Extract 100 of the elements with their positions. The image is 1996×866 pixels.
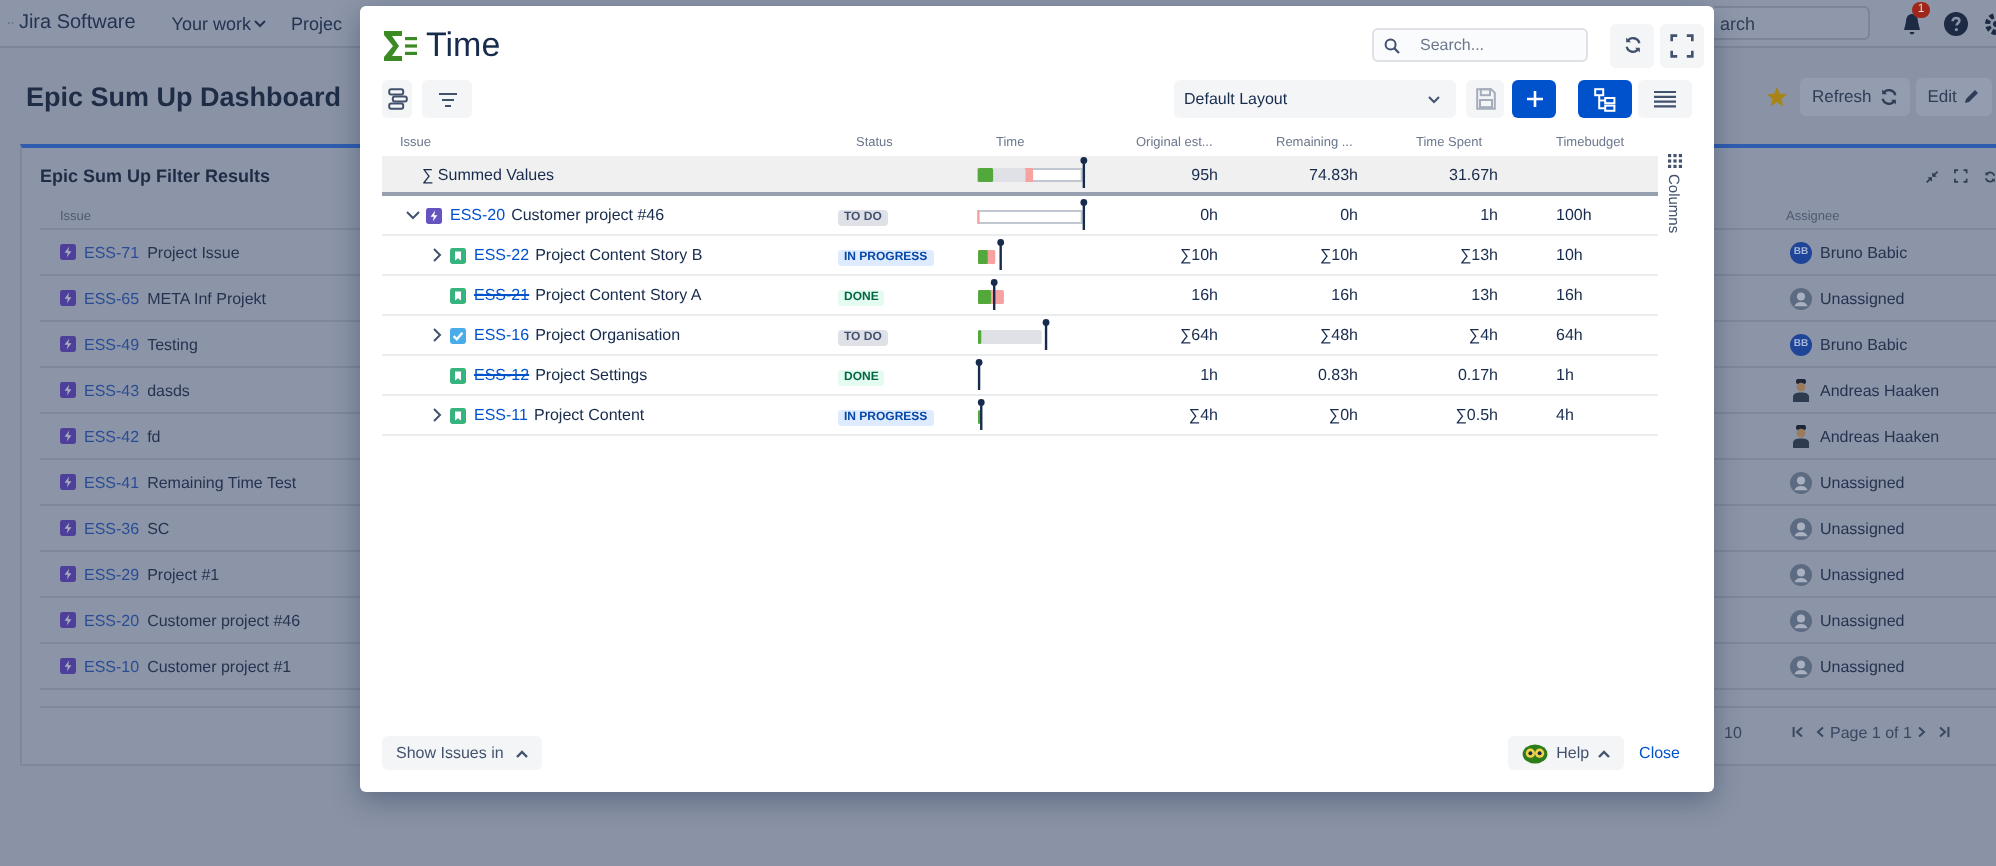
fullscreen-button[interactable] [1660, 23, 1704, 67]
issue-key-link[interactable]: ESS-49 [84, 335, 140, 353]
app-name: Jira Software [18, 12, 136, 34]
dialog-logo-icon [382, 27, 418, 63]
help-icon[interactable] [1944, 11, 1968, 35]
table-cell-text: 100h [1554, 206, 1594, 224]
issue-key-link[interactable]: ESS-71 [84, 243, 140, 261]
list-view-button[interactable] [1638, 80, 1692, 118]
table-cell-text: 16h [1329, 286, 1360, 304]
assignee-name: Unassigned [1820, 519, 1905, 537]
table-cell-text: ∑13h [1457, 246, 1500, 264]
issue-key-link[interactable]: ESS-22 [474, 246, 530, 264]
assignee-name: Bruno Babic [1820, 243, 1908, 261]
chevron-down-icon [406, 210, 420, 220]
issue-key-link[interactable]: ESS-65 [84, 289, 140, 307]
search-field[interactable]: arch [1714, 6, 1870, 40]
issue-key-link[interactable]: ESS-20 [450, 206, 506, 224]
summary-label: ∑ Summed Values [420, 165, 557, 183]
table-cell-text: ∑10h [1177, 246, 1220, 264]
epic-icon [60, 336, 76, 352]
table-cell-text: 31.67h [1447, 165, 1500, 183]
filter-button[interactable] [422, 80, 472, 118]
user-avatar-icon [1790, 287, 1812, 309]
refresh-button[interactable] [1610, 23, 1654, 67]
table-cell-text: 1h [1554, 366, 1576, 384]
table-cell-text: ∑64h [1177, 326, 1220, 344]
person-avatar-icon [1790, 378, 1812, 402]
issue-summary: Project Content [533, 406, 645, 424]
chevron-icon [1428, 95, 1440, 103]
fullscreen-icon[interactable] [1954, 166, 1968, 186]
pencil-icon [1964, 88, 1981, 104]
show-issues-button[interactable]: Show Issues in [382, 736, 542, 770]
story-icon [450, 407, 466, 423]
table-cell-text: 1h [1198, 366, 1220, 384]
bell-icon[interactable] [1900, 11, 1924, 35]
table-cell-text: ∑4h [1186, 406, 1220, 424]
table-cell-text: 0h [1338, 206, 1360, 224]
help-button[interactable]: Help [1508, 736, 1624, 770]
epic-icon [60, 474, 76, 490]
issue-summary: Project #1 [147, 565, 220, 583]
issue-summary: SC [147, 519, 170, 537]
table-cell-text: 13h [1469, 286, 1500, 304]
epic-icon [426, 207, 442, 223]
caret-up-icon [1597, 749, 1610, 757]
columns-icon[interactable] [1667, 154, 1681, 168]
refresh-icon [1623, 36, 1641, 54]
close-link[interactable]: Close [1639, 744, 1680, 762]
layout-select[interactable]: Default Layout [1174, 80, 1456, 118]
issue-key-link[interactable]: ESS-41 [84, 473, 140, 491]
toolbar-button[interactable]: Edit [1915, 77, 1993, 115]
nav-item[interactable]: Projec [284, 13, 348, 33]
assignee-name: Unassigned [1820, 657, 1905, 675]
epic-icon [60, 428, 76, 444]
star-icon[interactable] [1766, 85, 1788, 107]
issue-key-link[interactable]: ESS-29 [84, 565, 140, 583]
assignee-name: Andreas Haaken [1820, 381, 1940, 399]
user-avatar-icon [1790, 609, 1812, 631]
issue-key-link[interactable]: ESS-11 [474, 406, 528, 424]
structure-button[interactable] [382, 80, 412, 118]
assignee-name: Unassigned [1820, 611, 1905, 629]
refresh-icon[interactable] [1983, 167, 1996, 185]
page-size[interactable]: 10 [1724, 723, 1786, 741]
table-cell-text: 4h [1554, 406, 1576, 424]
assignee-name: Unassigned [1820, 289, 1905, 307]
save-icon [1475, 88, 1495, 110]
structure-icon [387, 88, 407, 110]
minimize-icon[interactable] [1926, 167, 1939, 185]
table-cell-text: ∑0h [1326, 406, 1360, 424]
table-cell-text: 74.83h [1307, 165, 1360, 183]
issue-key-link[interactable]: ESS-42 [84, 427, 140, 445]
chevron-right-icon [432, 408, 442, 422]
table-cell-text: 0.17h [1455, 366, 1500, 384]
issue-key-link[interactable]: ESS-36 [84, 519, 140, 537]
issue-key-link[interactable]: ESS-16 [474, 326, 530, 344]
issue-summary: Project Settings [535, 366, 648, 384]
issue-key-link[interactable]: ESS-20 [84, 611, 140, 629]
epic-icon [60, 382, 76, 398]
caret-icon [254, 19, 267, 27]
owl-icon [1522, 742, 1549, 764]
table-cell-text: 0h [1198, 206, 1220, 224]
add-button[interactable] [1512, 80, 1556, 118]
table-cell-text: ∑4h [1466, 326, 1500, 344]
fullscreen-icon [1670, 33, 1694, 57]
issue-key-link[interactable]: ESS-21 [474, 286, 530, 304]
table-cell-text: 0.83h [1315, 366, 1360, 384]
person-avatar-icon [1790, 424, 1812, 448]
chevron-right-icon [432, 328, 442, 342]
user-avatar-icon [1790, 471, 1812, 493]
refresh-icon [1879, 87, 1898, 105]
issue-summary: Remaining Time Test [147, 473, 297, 491]
page-indicator: Page 1 of 1 [1830, 723, 1912, 741]
nav-item[interactable]: Your work [165, 13, 273, 33]
tree-view-button[interactable] [1578, 80, 1632, 118]
issue-key-link[interactable]: ESS-12 [474, 366, 530, 384]
issue-key-link[interactable]: ESS-43 [84, 381, 140, 399]
toolbar-button[interactable]: Refresh [1800, 77, 1910, 115]
tree-icon [1594, 87, 1616, 111]
issue-key-link[interactable]: ESS-10 [84, 657, 140, 675]
table-cell-text: ∑48h [1317, 326, 1360, 344]
issue-summary: Customer project #46 [147, 611, 301, 629]
